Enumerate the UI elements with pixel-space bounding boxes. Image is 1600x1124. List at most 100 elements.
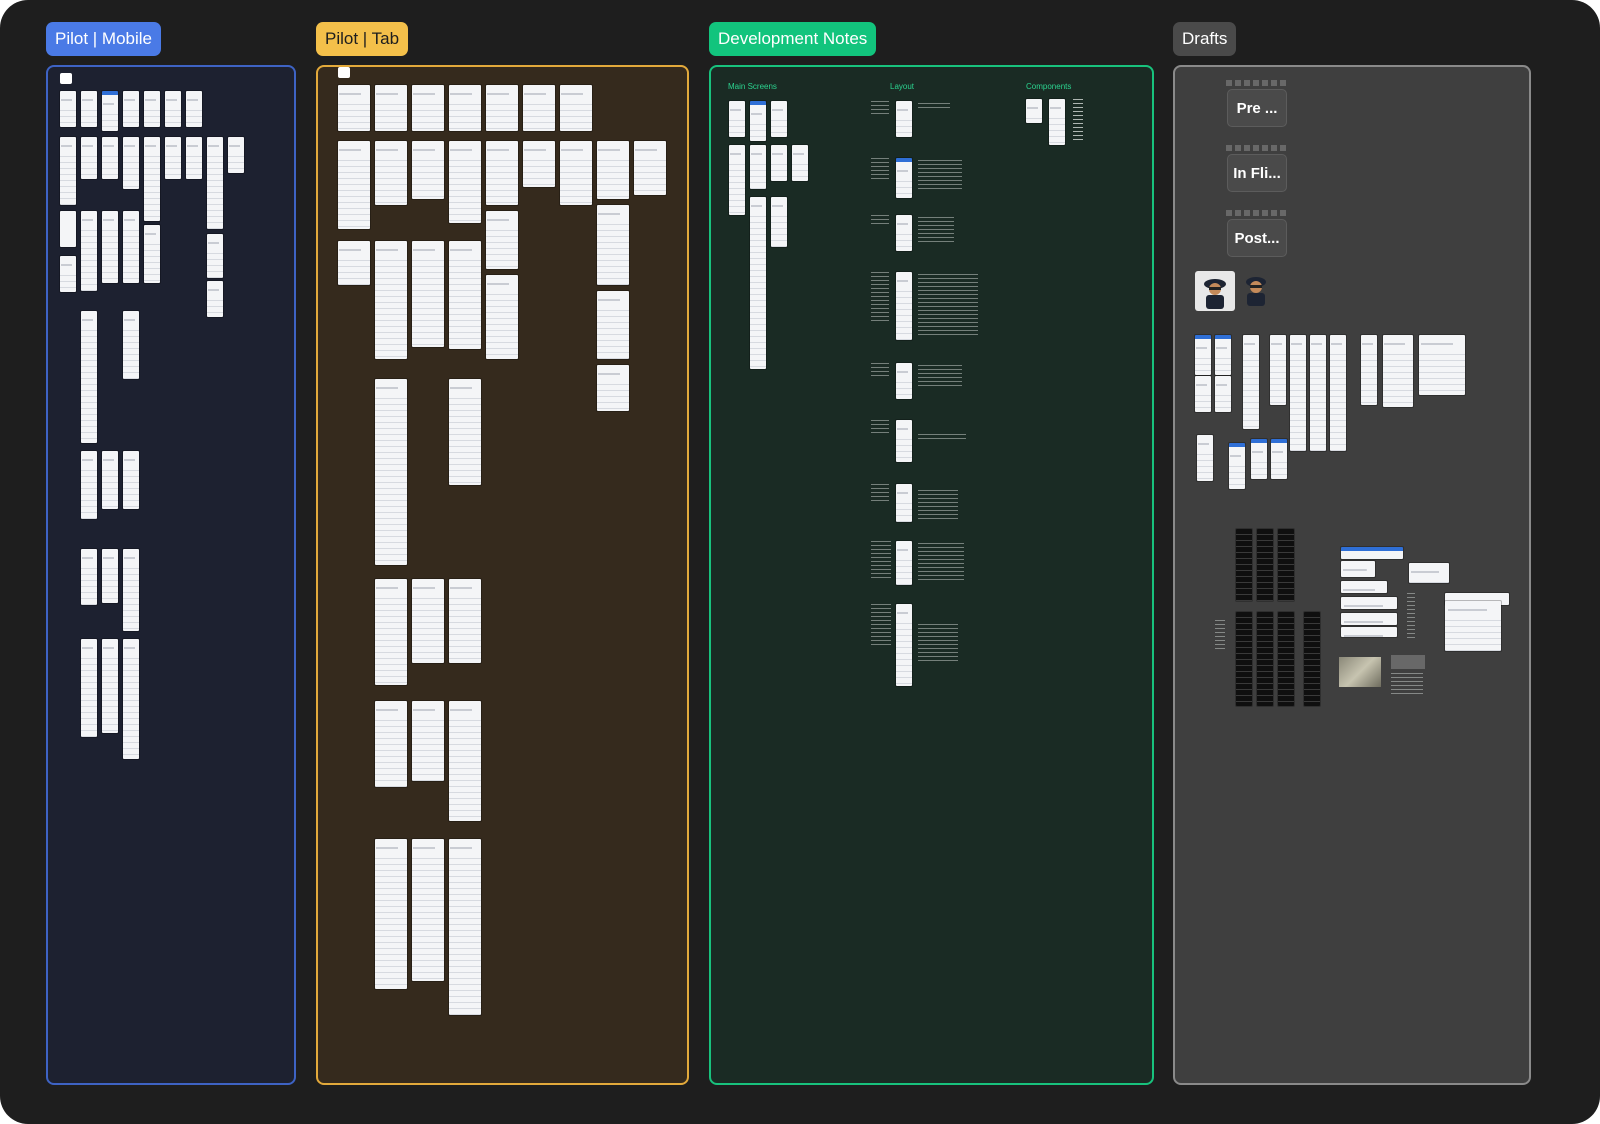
draft-thumbnail[interactable] bbox=[1330, 335, 1346, 451]
screen-thumbnail[interactable] bbox=[750, 101, 766, 141]
layout-thumbnail[interactable] bbox=[896, 363, 912, 399]
screen-thumbnail[interactable] bbox=[729, 145, 745, 215]
draft-card-pre[interactable]: Pre ... bbox=[1226, 80, 1288, 127]
draft-thumbnail[interactable] bbox=[1243, 335, 1259, 429]
screen-thumbnail[interactable] bbox=[560, 141, 592, 205]
screen-thumbnail[interactable] bbox=[449, 141, 481, 223]
draft-thumbnail[interactable] bbox=[1341, 581, 1387, 593]
layout-thumbnail[interactable] bbox=[896, 420, 912, 462]
screen-thumbnail[interactable] bbox=[338, 241, 370, 285]
screen-thumbnail[interactable] bbox=[207, 234, 223, 278]
draft-thumbnail[interactable] bbox=[1341, 547, 1403, 559]
screen-thumbnail[interactable] bbox=[771, 145, 787, 181]
draft-dark-thumbnail[interactable] bbox=[1236, 529, 1252, 601]
screen-thumbnail[interactable] bbox=[102, 549, 118, 603]
screen-thumbnail[interactable] bbox=[102, 137, 118, 179]
screen-thumbnail[interactable] bbox=[144, 91, 160, 127]
screen-thumbnail[interactable] bbox=[123, 311, 139, 379]
screen-thumbnail[interactable] bbox=[412, 579, 444, 663]
screen-thumbnail[interactable] bbox=[523, 85, 555, 131]
draft-card-post[interactable]: Post... bbox=[1226, 210, 1288, 257]
screen-thumbnail[interactable] bbox=[60, 256, 76, 292]
screen-thumbnail[interactable] bbox=[486, 85, 518, 131]
draft-thumbnail[interactable] bbox=[1197, 435, 1213, 481]
screen-thumbnail[interactable] bbox=[228, 137, 244, 173]
draft-thumbnail[interactable] bbox=[1341, 561, 1375, 577]
screen-thumbnail[interactable] bbox=[81, 91, 97, 127]
screen-thumbnail[interactable] bbox=[207, 137, 223, 229]
layout-thumbnail[interactable] bbox=[896, 101, 912, 137]
screen-thumbnail[interactable] bbox=[60, 211, 76, 247]
screen-thumbnail[interactable] bbox=[597, 205, 629, 285]
layout-thumbnail[interactable] bbox=[896, 158, 912, 198]
screen-thumbnail[interactable] bbox=[449, 839, 481, 1015]
screen-thumbnail[interactable] bbox=[375, 579, 407, 685]
screen-thumbnail[interactable] bbox=[375, 839, 407, 989]
section-label-development-notes[interactable]: Development Notes bbox=[709, 22, 877, 56]
screen-thumbnail[interactable] bbox=[375, 141, 407, 205]
draft-dark-thumbnail[interactable] bbox=[1257, 529, 1273, 601]
draft-thumbnail[interactable] bbox=[1215, 335, 1231, 375]
screen-thumbnail[interactable] bbox=[102, 639, 118, 733]
avatar-pilot-sticker-image[interactable] bbox=[1239, 271, 1273, 311]
screen-thumbnail[interactable] bbox=[412, 839, 444, 981]
screen-thumbnail[interactable] bbox=[123, 451, 139, 509]
screen-thumbnail[interactable] bbox=[123, 549, 139, 631]
screen-thumbnail[interactable] bbox=[597, 291, 629, 359]
screen-thumbnail[interactable] bbox=[123, 639, 139, 759]
section-label-pilot-mobile[interactable]: Pilot | Mobile bbox=[46, 22, 162, 56]
component-thumbnail[interactable] bbox=[1026, 99, 1042, 123]
screen-thumbnail[interactable] bbox=[60, 137, 76, 205]
screen-thumbnail[interactable] bbox=[597, 365, 629, 411]
screen-thumbnail[interactable] bbox=[375, 701, 407, 787]
screen-thumbnail[interactable] bbox=[750, 145, 766, 189]
screen-thumbnail[interactable] bbox=[449, 379, 481, 485]
screen-thumbnail[interactable] bbox=[81, 549, 97, 605]
draft-thumbnail[interactable] bbox=[1445, 601, 1501, 651]
board-canvas[interactable]: Pilot | Mobile Pilot | Tab Development N… bbox=[0, 0, 1600, 1124]
screen-thumbnail[interactable] bbox=[338, 85, 370, 131]
screen-thumbnail[interactable] bbox=[523, 141, 555, 187]
screen-thumbnail[interactable] bbox=[338, 141, 370, 229]
screen-thumbnail[interactable] bbox=[771, 197, 787, 247]
draft-dark-thumbnail[interactable] bbox=[1257, 612, 1273, 706]
draft-dark-thumbnail[interactable] bbox=[1278, 529, 1294, 601]
screen-thumbnail[interactable] bbox=[750, 197, 766, 369]
screen-thumbnail[interactable] bbox=[449, 85, 481, 131]
screen-thumbnail[interactable] bbox=[412, 141, 444, 199]
screen-thumbnail[interactable] bbox=[102, 211, 118, 283]
section-label-drafts[interactable]: Drafts bbox=[1173, 22, 1237, 56]
screen-thumbnail[interactable] bbox=[486, 211, 518, 269]
screen-thumbnail[interactable] bbox=[412, 85, 444, 131]
screen-thumbnail[interactable] bbox=[560, 85, 592, 131]
screen-thumbnail[interactable] bbox=[60, 91, 76, 127]
draft-thumbnail[interactable] bbox=[1419, 335, 1465, 395]
screen-thumbnail[interactable] bbox=[81, 639, 97, 737]
draft-dark-thumbnail[interactable] bbox=[1236, 612, 1252, 706]
screen-thumbnail[interactable] bbox=[375, 241, 407, 359]
draft-thumbnail[interactable] bbox=[1229, 443, 1245, 489]
layout-thumbnail[interactable] bbox=[896, 215, 912, 251]
draft-thumbnail[interactable] bbox=[1251, 439, 1267, 479]
screen-thumbnail[interactable] bbox=[123, 137, 139, 189]
draft-thumbnail[interactable] bbox=[1341, 597, 1397, 609]
screen-thumbnail[interactable] bbox=[449, 241, 481, 349]
draft-dark-thumbnail[interactable] bbox=[1278, 612, 1294, 706]
screen-thumbnail[interactable] bbox=[207, 281, 223, 317]
draft-thumbnail[interactable] bbox=[1271, 439, 1287, 479]
screen-thumbnail[interactable] bbox=[81, 311, 97, 443]
screen-thumbnail[interactable] bbox=[634, 141, 666, 195]
draft-thumbnail[interactable] bbox=[1383, 335, 1413, 407]
screen-thumbnail[interactable] bbox=[102, 451, 118, 509]
screen-thumbnail[interactable] bbox=[412, 241, 444, 347]
screen-thumbnail[interactable] bbox=[449, 579, 481, 663]
draft-photo-image[interactable] bbox=[1391, 655, 1425, 669]
draft-card-in-flight[interactable]: In Fli... bbox=[1226, 145, 1288, 192]
screen-thumbnail[interactable] bbox=[486, 275, 518, 359]
screen-thumbnail[interactable] bbox=[597, 141, 629, 199]
layout-thumbnail[interactable] bbox=[896, 604, 912, 686]
draft-thumbnail[interactable] bbox=[1341, 613, 1397, 625]
screen-thumbnail[interactable] bbox=[412, 701, 444, 781]
draft-thumbnail[interactable] bbox=[1215, 376, 1231, 412]
screen-thumbnail[interactable] bbox=[186, 137, 202, 179]
